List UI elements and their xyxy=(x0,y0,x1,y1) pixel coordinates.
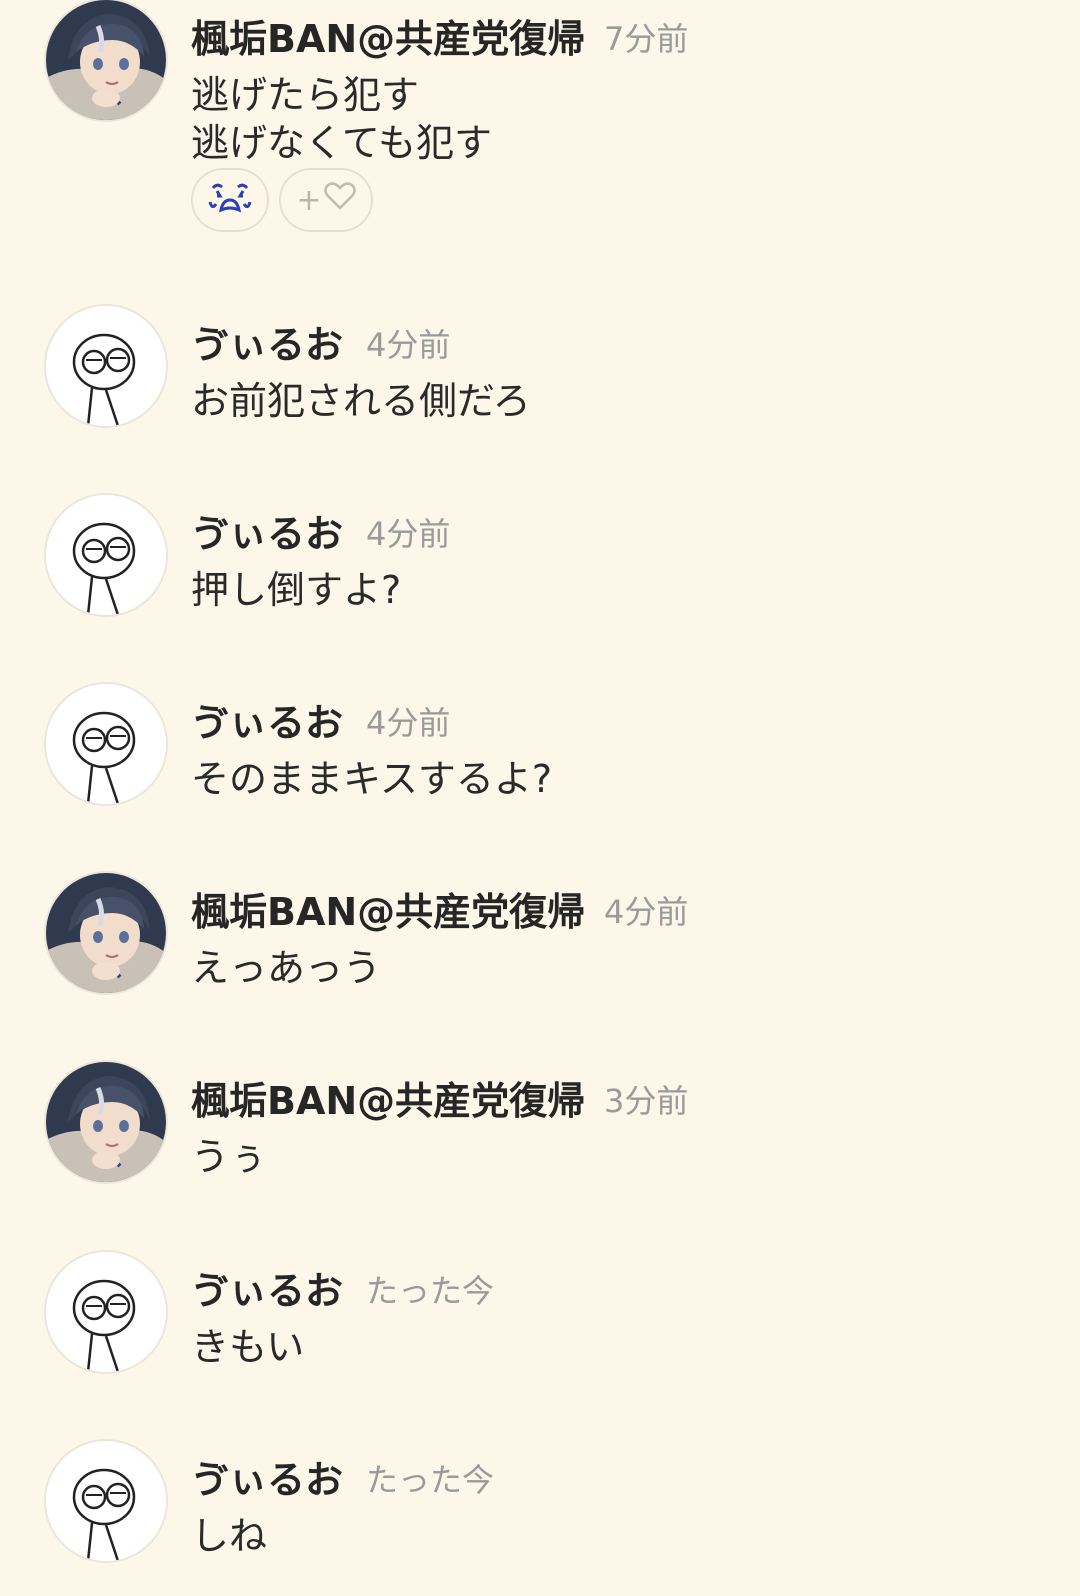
user-avatar-anime[interactable] xyxy=(46,873,166,993)
username[interactable]: 楓垢BAN@共産党復帰 xyxy=(191,889,585,935)
crying-face-icon xyxy=(207,180,253,220)
timestamp: 7分前 xyxy=(604,20,689,58)
chat-feed: 楓垢BAN@共産党復帰 7分前 逃げたら犯す 逃げなくても犯す + ゔぃるお 4… xyxy=(0,0,1080,1596)
username[interactable]: 楓垢BAN@共産党復帰 xyxy=(191,1078,585,1124)
timestamp: 4分前 xyxy=(366,326,451,364)
message-text: 押し倒すよ? xyxy=(191,568,402,612)
username[interactable]: ゔぃるお xyxy=(191,1268,343,1314)
timestamp: たった今 xyxy=(366,1461,495,1499)
message-text: 逃げなくても犯す xyxy=(191,121,492,165)
timestamp: たった今 xyxy=(366,1272,495,1310)
username[interactable]: ゔぃるお xyxy=(191,511,343,557)
user-avatar-sketch[interactable] xyxy=(46,1441,166,1561)
user-avatar-sketch[interactable] xyxy=(46,1252,166,1372)
username[interactable]: 楓垢BAN@共産党復帰 xyxy=(191,16,585,62)
message-text: そのままキスするよ? xyxy=(191,757,553,801)
message-text: しね xyxy=(191,1514,268,1558)
username[interactable]: ゔぃるお xyxy=(191,700,343,746)
add-reaction-plus: + xyxy=(296,182,322,218)
username[interactable]: ゔぃるお xyxy=(191,322,343,368)
user-avatar-sketch[interactable] xyxy=(46,306,166,426)
message-text: 逃げたら犯す xyxy=(191,73,420,117)
add-reaction-button[interactable]: + xyxy=(279,168,373,232)
message-text: うぅ xyxy=(191,1135,268,1179)
timestamp: 4分前 xyxy=(366,704,451,742)
user-avatar-sketch[interactable] xyxy=(46,684,166,804)
message-text: お前犯される側だろ xyxy=(191,379,531,423)
user-avatar-sketch[interactable] xyxy=(46,495,166,615)
message-text: きもい xyxy=(191,1325,305,1369)
timestamp: 4分前 xyxy=(604,893,689,931)
user-avatar-anime[interactable] xyxy=(46,0,166,120)
timestamp: 3分前 xyxy=(604,1082,689,1120)
user-avatar-anime[interactable] xyxy=(46,1062,166,1182)
timestamp: 4分前 xyxy=(366,515,451,553)
heart-outline-icon xyxy=(323,182,356,218)
username[interactable]: ゔぃるお xyxy=(191,1457,343,1503)
message-text: えっあっう xyxy=(191,946,382,990)
reaction-button[interactable] xyxy=(191,168,269,232)
